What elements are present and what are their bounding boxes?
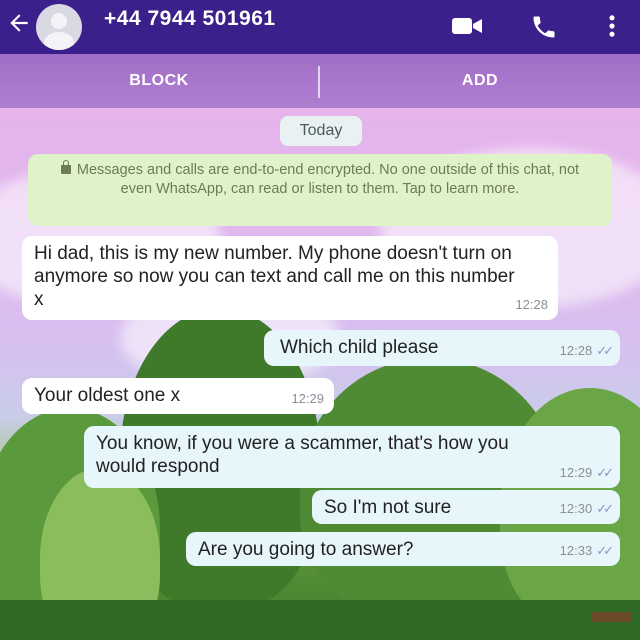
message-bubble-outgoing[interactable]: So I'm not sure 12:30 ✓✓ bbox=[312, 490, 620, 524]
voice-call-icon[interactable] bbox=[530, 13, 558, 41]
message-time: 12:30 bbox=[559, 501, 593, 516]
back-arrow-icon[interactable] bbox=[6, 10, 32, 36]
message-text: You know, if you were a scammer, that's … bbox=[96, 433, 509, 477]
message-meta: 12:28 bbox=[515, 293, 548, 316]
add-contact-button[interactable]: ADD bbox=[320, 54, 640, 108]
message-text: Which child please bbox=[280, 337, 439, 358]
message-time: 12:28 bbox=[559, 343, 593, 358]
read-receipt-icon: ✓✓ bbox=[596, 343, 614, 358]
message-bubble-outgoing[interactable]: You know, if you were a scammer, that's … bbox=[84, 426, 620, 488]
unknown-contact-action-bar: BLOCK ADD bbox=[0, 54, 640, 108]
message-text: Hi dad, this is my new number. My phone … bbox=[34, 243, 515, 310]
message-meta: 12:29 ✓✓ bbox=[559, 461, 614, 484]
video-call-icon[interactable] bbox=[450, 15, 484, 37]
message-bubble-incoming[interactable]: Hi dad, this is my new number. My phone … bbox=[22, 236, 558, 320]
chat-header: +44 7944 501961 bbox=[0, 0, 640, 54]
message-meta: 12:29 bbox=[291, 387, 324, 410]
date-chip: Today bbox=[280, 116, 362, 146]
message-time: 12:29 bbox=[559, 465, 593, 480]
message-time: 12:29 bbox=[291, 391, 324, 406]
message-bubble-outgoing[interactable]: Are you going to answer? 12:33 ✓✓ bbox=[186, 532, 620, 566]
lock-icon bbox=[60, 160, 71, 174]
message-time: 12:28 bbox=[515, 297, 548, 312]
message-meta: 12:28 ✓✓ bbox=[559, 339, 614, 362]
encryption-notice-text: Messages and calls are end-to-end encryp… bbox=[76, 162, 580, 197]
read-receipt-icon: ✓✓ bbox=[596, 465, 614, 480]
message-text: Your oldest one x bbox=[34, 385, 181, 406]
message-bubble-outgoing[interactable]: Which child please 12:28 ✓✓ bbox=[264, 330, 620, 366]
block-button[interactable]: BLOCK bbox=[0, 54, 318, 108]
message-meta: 12:33 ✓✓ bbox=[559, 539, 614, 562]
avatar[interactable] bbox=[36, 4, 82, 50]
message-meta: 12:30 ✓✓ bbox=[559, 497, 614, 520]
message-time: 12:33 bbox=[559, 543, 593, 558]
message-text: Are you going to answer? bbox=[198, 539, 414, 560]
message-bubble-incoming[interactable]: Your oldest one x 12:29 bbox=[22, 378, 334, 414]
encryption-notice[interactable]: Messages and calls are end-to-end encryp… bbox=[28, 154, 612, 226]
read-receipt-icon: ✓✓ bbox=[596, 543, 614, 558]
read-receipt-icon: ✓✓ bbox=[596, 501, 614, 516]
more-vert-icon[interactable] bbox=[602, 12, 622, 40]
contact-phone-number[interactable]: +44 7944 501961 bbox=[104, 7, 276, 31]
